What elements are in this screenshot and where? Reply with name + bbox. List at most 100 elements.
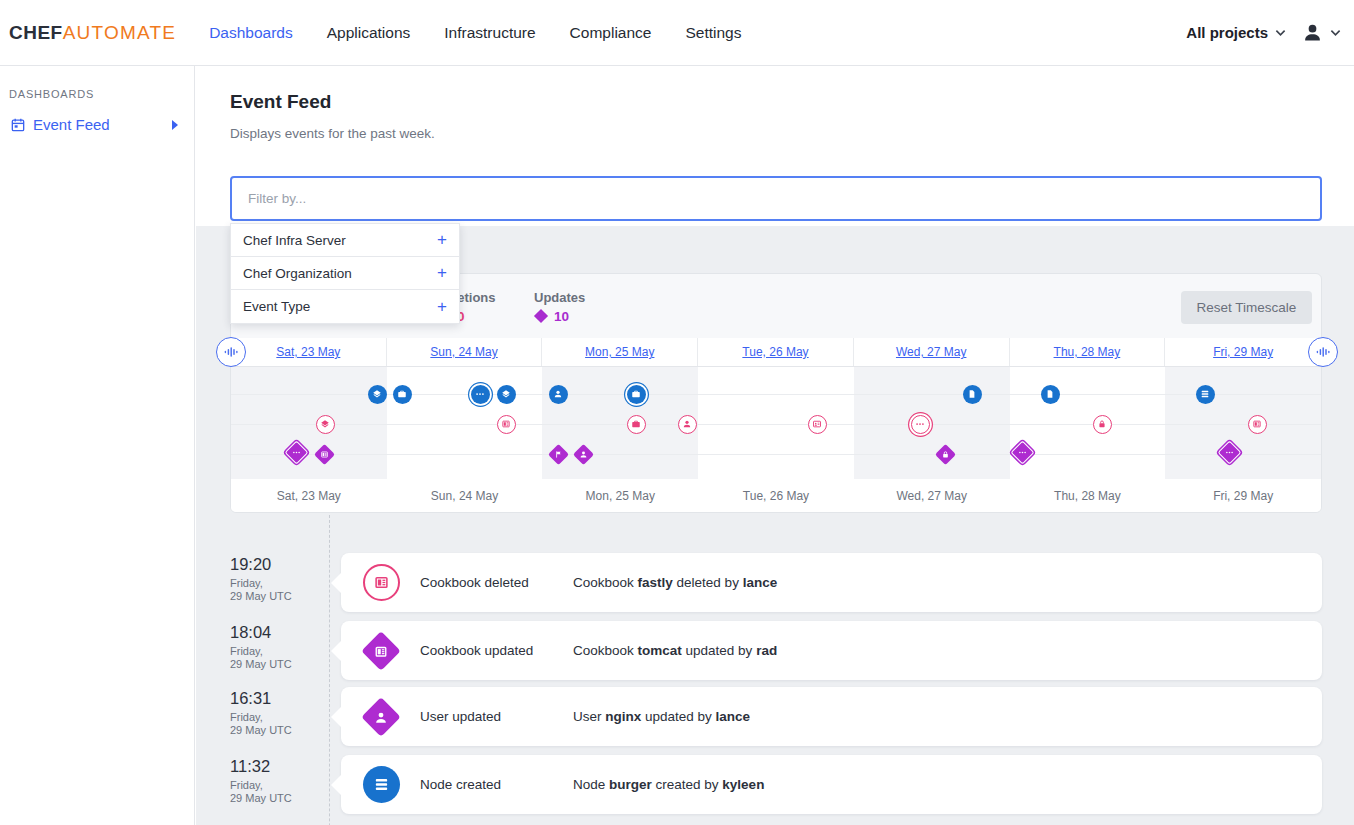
main-nav: Dashboards Applications Infrastructure Comp…	[209, 24, 741, 42]
projects-filter[interactable]: All projects	[1186, 24, 1268, 41]
event-marker-creation-multiple[interactable]	[471, 385, 490, 404]
day-link[interactable]: Fri, 29 May	[1213, 345, 1273, 359]
feed-time: 18:04	[230, 623, 325, 642]
nav-item-infrastructure[interactable]: Infrastructure	[444, 24, 535, 42]
user-avatar-icon[interactable]	[1302, 22, 1323, 43]
filter-category-label: Chef Organization	[243, 266, 352, 281]
plus-icon[interactable]: +	[437, 263, 447, 283]
event-marker-creation-profile[interactable]	[368, 385, 387, 404]
axis-day-label: Mon, 25 May	[542, 486, 698, 506]
axis-day-label: Tue, 26 May	[698, 486, 854, 506]
event-marker-creation-user[interactable]	[549, 385, 568, 404]
filter-category-chef-infra-server[interactable]: Chef Infra Server +	[231, 224, 459, 257]
filter-input[interactable]	[230, 176, 1322, 221]
feed-time: 11:32	[230, 757, 325, 776]
nav-item-applications[interactable]: Applications	[327, 24, 411, 42]
nav-item-settings[interactable]: Settings	[685, 24, 741, 42]
event-description: Node burger created by kyleen	[573, 777, 764, 792]
day-column-header: Fri, 29 May	[1165, 338, 1321, 366]
event-marker-creation-organization[interactable]	[627, 385, 646, 404]
event-marker-creation-file[interactable]	[963, 385, 982, 404]
navbar: CHEFAUTOMATE Dashboards Applications Infra…	[0, 0, 1354, 66]
feed-timestamp: 18:04Friday,29 May UTC	[230, 623, 325, 671]
event-description: User nginx updated by lance	[573, 709, 750, 724]
card-notch	[331, 641, 341, 661]
day-column-header: Sat, 23 May	[231, 338, 387, 366]
axis-day-label: Sat, 23 May	[231, 486, 387, 506]
sidebar-item-label: Event Feed	[33, 116, 110, 133]
day-link[interactable]: Sat, 23 May	[276, 345, 340, 359]
event-marker-deletion-cookbook[interactable]	[497, 415, 516, 434]
main-content: Event Feed Displays events for the past …	[196, 66, 1354, 825]
timeline-grid-body	[231, 366, 1321, 478]
card-notch	[331, 707, 341, 727]
event-marker-creation-node[interactable]	[1196, 385, 1215, 404]
event-marker-deletion-lock[interactable]	[1093, 415, 1112, 434]
legend-updates: Updates10	[534, 290, 585, 323]
event-marker-creation-profile[interactable]	[497, 385, 516, 404]
day-stripe	[1165, 367, 1321, 479]
event-marker-deletion-cookbook[interactable]	[1248, 415, 1267, 434]
plus-icon[interactable]: +	[437, 297, 447, 317]
page-subtitle: Displays events for the past week.	[230, 126, 435, 141]
day-link[interactable]: Mon, 25 May	[585, 345, 654, 359]
feed-time: 19:20	[230, 555, 325, 574]
axis-day-label: Thu, 28 May	[1010, 486, 1166, 506]
card-notch	[331, 573, 341, 593]
event-description: Cookbook tomcat updated by rad	[573, 643, 777, 658]
event-type-label: Node created	[420, 777, 501, 792]
nav-item-compliance[interactable]: Compliance	[570, 24, 652, 42]
event-marker-deletion-user[interactable]	[678, 415, 697, 434]
day-link[interactable]: Thu, 28 May	[1054, 345, 1121, 359]
chef-automate-logo: CHEFAUTOMATE	[9, 22, 176, 44]
timescale-handle-left[interactable]	[216, 337, 246, 367]
event-card[interactable]: Cookbook deletedCookbook fastly deleted …	[341, 553, 1322, 612]
event-card[interactable]: Node created Node burger created by kylee…	[341, 755, 1322, 814]
axis-day-label: Fri, 29 May	[1165, 486, 1321, 506]
event-marker-update-multiple[interactable]	[1010, 440, 1034, 464]
gridline	[231, 424, 1321, 425]
event-marker-deletion-profile[interactable]	[316, 415, 335, 434]
chevron-right-icon	[172, 120, 178, 130]
nav-item-dashboards[interactable]: Dashboards	[209, 24, 293, 42]
event-card[interactable]: User updated User nginx updated by lance	[341, 687, 1322, 746]
chevron-down-icon[interactable]	[1275, 29, 1286, 37]
feed-timestamp: 11:32 Friday,29 May UTC	[230, 757, 325, 805]
filter-category-label: Chef Infra Server	[243, 233, 346, 248]
feed-date: Friday,29 May UTC	[230, 711, 325, 737]
timescale-handle-right[interactable]	[1308, 337, 1338, 367]
cookbook-icon	[361, 631, 401, 671]
feed-timeline-line	[329, 515, 330, 825]
day-link[interactable]: Wed, 27 May	[896, 345, 966, 359]
day-link[interactable]: Tue, 26 May	[742, 345, 808, 359]
legend-label: Updates	[534, 290, 585, 305]
sidebar-item-event-feed[interactable]: Event Feed	[10, 116, 178, 133]
chevron-down-icon[interactable]	[1330, 29, 1341, 37]
event-marker-creation-organization[interactable]	[393, 385, 412, 404]
card-notch	[331, 775, 341, 795]
event-type-label: User updated	[420, 709, 501, 724]
cookbook-icon	[363, 564, 400, 601]
reset-timescale-button[interactable]: Reset Timescale	[1181, 291, 1312, 324]
timeline-grid: Sat, 23 MaySun, 24 MayMon, 25 MayTue, 26…	[231, 338, 1321, 512]
day-column-header: Mon, 25 May	[542, 338, 698, 366]
event-description: Cookbook fastly deleted by lance	[573, 575, 777, 590]
event-marker-creation-file[interactable]	[1041, 385, 1060, 404]
day-column-header: Tue, 26 May	[698, 338, 854, 366]
plus-icon[interactable]: +	[437, 230, 447, 250]
event-marker-deletion-client[interactable]	[808, 415, 827, 434]
day-link[interactable]: Sun, 24 May	[430, 345, 497, 359]
feed-timestamp: 19:20 Friday,29 May UTC	[230, 555, 325, 603]
feed-time: 16:31	[230, 689, 325, 708]
event-marker-deletion-organization[interactable]	[627, 415, 646, 434]
day-column-header: Sun, 24 May	[387, 338, 543, 366]
navbar-right: All projects	[1186, 22, 1341, 43]
event-marker-deletion-multiple[interactable]	[911, 415, 930, 434]
filter-category-event-type[interactable]: Event Type+	[231, 290, 459, 323]
user-icon	[361, 697, 401, 737]
feed-date: Friday,29 May UTC	[230, 577, 325, 603]
event-card[interactable]: Cookbook updatedCookbook tomcat updated …	[341, 621, 1322, 680]
filter-category-chef-organization[interactable]: Chef Organization +	[231, 257, 459, 290]
day-stripe	[542, 367, 698, 479]
feed-date: Friday,29 May UTC	[230, 779, 325, 805]
